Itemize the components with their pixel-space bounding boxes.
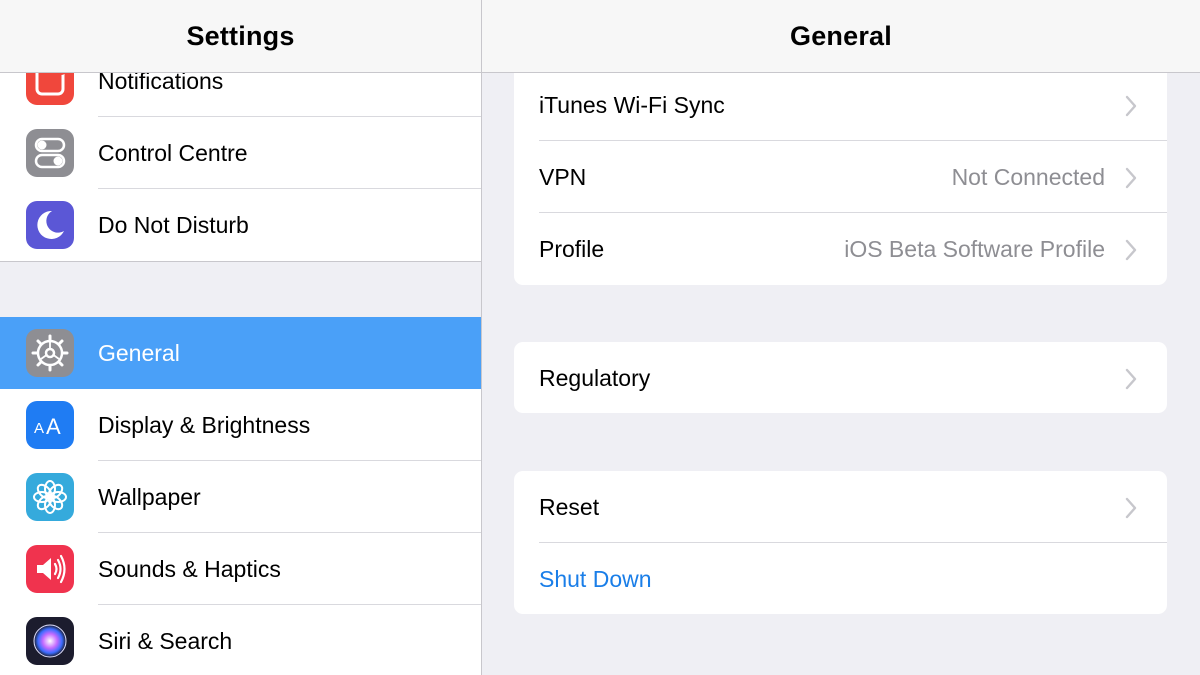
row-label: iTunes Wi-Fi Sync (539, 92, 725, 118)
profile-value: iOS Beta Software Profile (844, 236, 1105, 262)
sidebar-item-label: Control Centre (98, 140, 248, 166)
moon-icon (26, 201, 74, 249)
sidebar-item-label: Wallpaper (98, 484, 201, 510)
row-vpn[interactable]: VPN Not Connected (514, 141, 1167, 213)
sidebar-item-control-centre[interactable]: Control Centre (0, 117, 481, 189)
settings-nav-bar: Settings (0, 0, 481, 73)
page-title: General (790, 20, 892, 51)
svg-text:A: A (46, 414, 61, 439)
sidebar-item-wallpaper[interactable]: Wallpaper (0, 461, 481, 533)
control-centre-icon (26, 129, 74, 177)
row-profile[interactable]: Profile iOS Beta Software Profile (514, 213, 1167, 285)
vpn-status-value: Not Connected (951, 164, 1105, 190)
settings-screen: Settings Notifications Control Centre Do… (0, 0, 1200, 675)
sidebar-item-display-brightness[interactable]: A A Display & Brightness (0, 389, 481, 461)
general-section-3: Reset Shut Down (514, 471, 1167, 614)
sidebar-item-label: Sounds & Haptics (98, 556, 281, 582)
row-reset[interactable]: Reset (514, 471, 1167, 543)
general-section-1: iTunes Wi-Fi Sync VPN Not Connected Prof… (514, 48, 1167, 285)
settings-group-2: General A A Display & Brightness Wallpap… (0, 317, 481, 675)
sidebar-item-label: Display & Brightness (98, 412, 311, 438)
row-label: VPN (539, 164, 587, 190)
general-nav-bar: General (482, 0, 1200, 73)
sidebar-item-general[interactable]: General (0, 317, 481, 389)
sidebar-item-label: Siri & Search (98, 628, 233, 654)
general-section-2: Regulatory (514, 342, 1167, 413)
row-label: Regulatory (539, 365, 651, 391)
settings-title: Settings (186, 20, 295, 51)
svg-text:A: A (34, 420, 44, 437)
settings-group-1: Notifications Control Centre Do Not Dist… (0, 45, 481, 262)
chevron-right-icon (1125, 95, 1137, 117)
wallpaper-flower-icon (26, 473, 74, 521)
chevron-right-icon (1125, 368, 1137, 390)
speaker-icon (26, 545, 74, 593)
general-detail-pane: General iTunes Wi-Fi Sync VPN Not Connec… (482, 0, 1200, 675)
display-brightness-icon: A A (26, 401, 74, 449)
shut-down-button[interactable]: Shut Down (514, 543, 1167, 614)
sidebar-item-do-not-disturb[interactable]: Do Not Disturb (0, 189, 481, 261)
chevron-right-icon (1125, 497, 1137, 519)
sidebar-item-sounds-haptics[interactable]: Sounds & Haptics (0, 533, 481, 605)
row-label: Profile (539, 236, 605, 262)
settings-master-pane: Settings Notifications Control Centre Do… (0, 0, 482, 675)
gear-icon (26, 329, 74, 377)
row-label: Reset (539, 494, 600, 520)
shut-down-label: Shut Down (539, 566, 652, 592)
sidebar-item-siri-search[interactable]: Siri & Search (0, 605, 481, 675)
siri-icon (26, 617, 74, 665)
sidebar-item-label: Do Not Disturb (98, 212, 249, 238)
sidebar-item-label: General (98, 340, 180, 366)
row-regulatory[interactable]: Regulatory (514, 342, 1167, 413)
chevron-right-icon (1125, 239, 1137, 261)
chevron-right-icon (1125, 167, 1137, 189)
